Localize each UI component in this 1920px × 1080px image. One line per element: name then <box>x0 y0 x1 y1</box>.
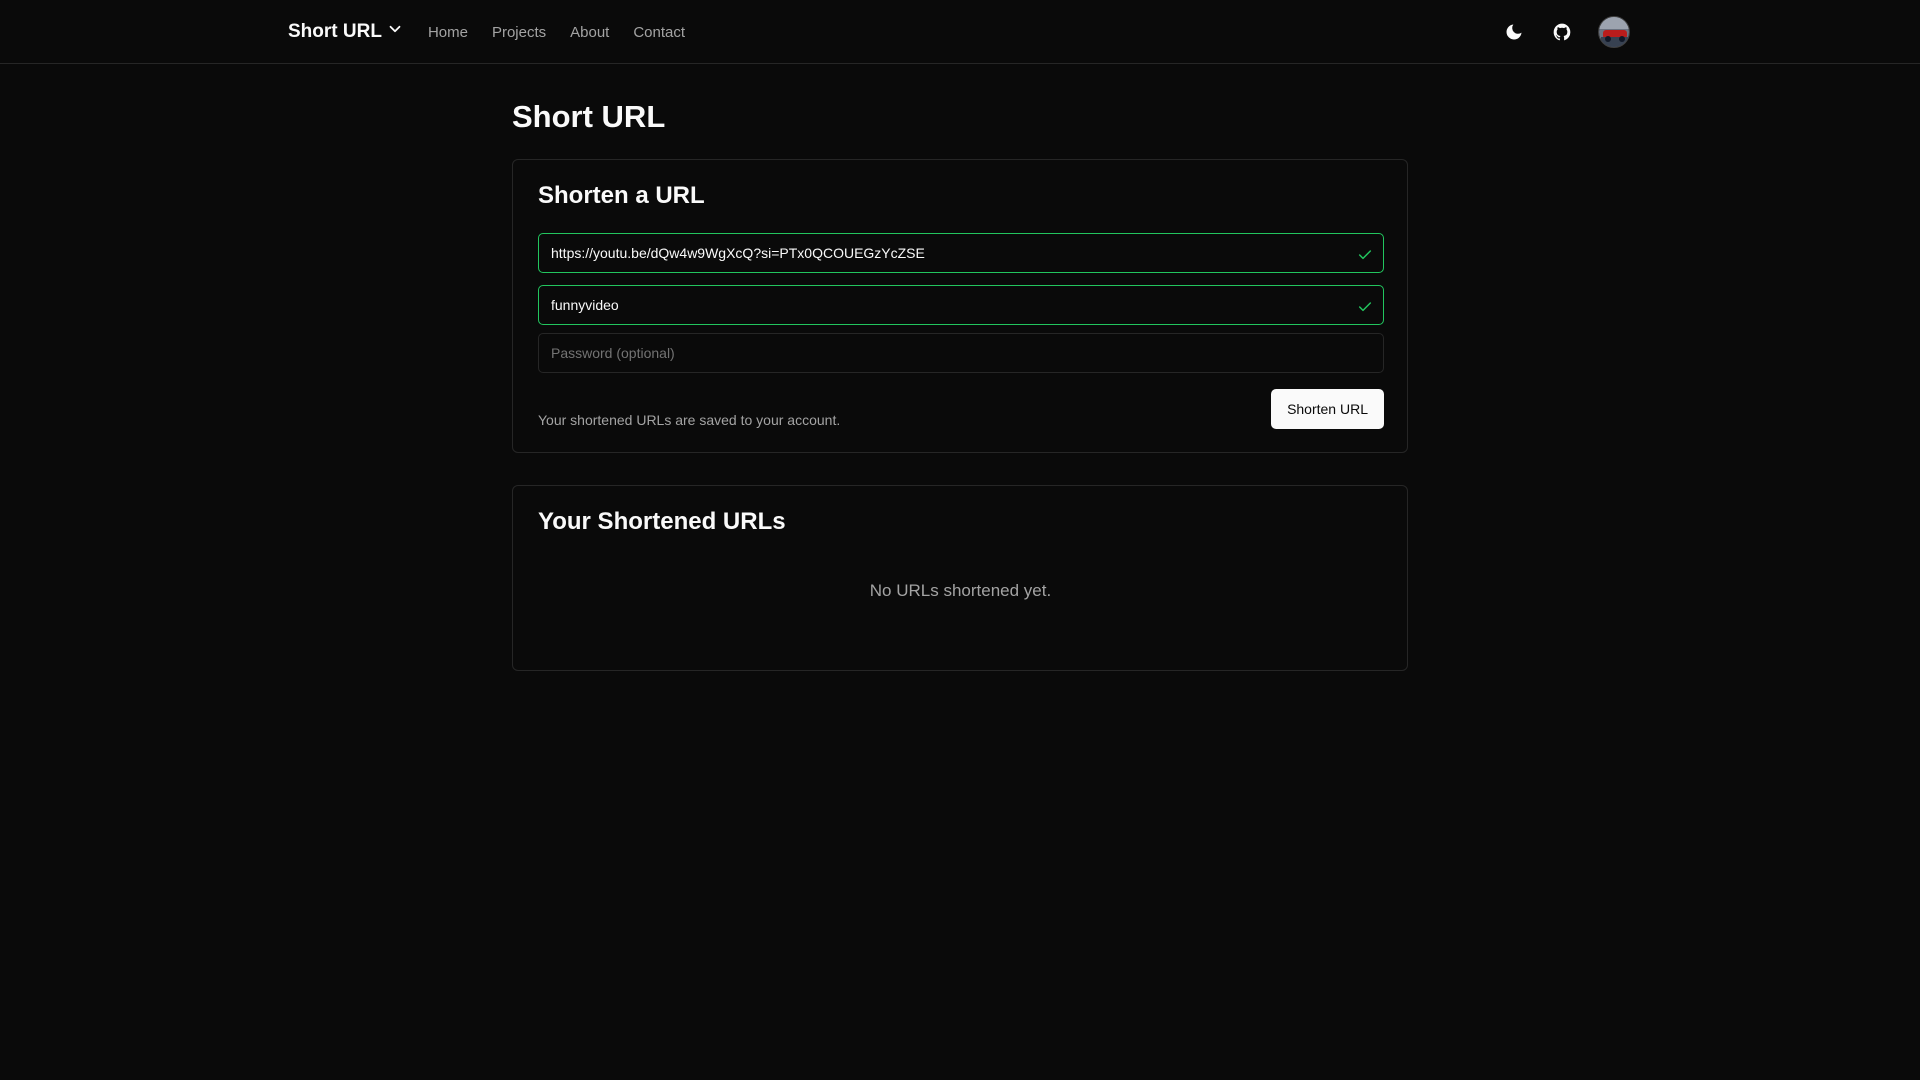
brand-menu[interactable]: Short URL <box>288 20 404 44</box>
shortened-urls-title: Your Shortened URLs <box>538 508 786 536</box>
password-input-placeholder: Password (optional) <box>551 344 675 361</box>
github-icon[interactable] <box>1550 20 1574 44</box>
page-title: Short URL <box>512 99 666 134</box>
alias-input-value: funnyvideo <box>551 296 619 313</box>
nav-link-about[interactable]: About <box>570 24 609 41</box>
chevron-down-icon <box>386 20 404 44</box>
url-input[interactable]: https://youtu.be/dQw4w9WgXcQ?si=PTx0QCOU… <box>538 232 1384 273</box>
shortened-urls-card: Your Shortened URLs No URLs shortened ye… <box>512 485 1408 672</box>
nav-link-projects[interactable]: Projects <box>492 24 546 41</box>
shorten-url-button[interactable]: Shorten URL <box>1271 388 1384 429</box>
empty-state-message: No URLs shortened yet. <box>869 580 1052 600</box>
password-input[interactable]: Password (optional) <box>538 332 1384 373</box>
nav-actions <box>1502 16 1630 48</box>
check-icon <box>1357 247 1373 263</box>
moon-icon[interactable] <box>1502 20 1526 44</box>
form-footer: Your shortened URLs are saved to your ac… <box>538 388 1384 429</box>
shorten-form-card: Shorten a URL https://youtu.be/dQw4w9WgX… <box>512 159 1408 454</box>
shorten-form-title: Shorten a URL <box>538 182 705 210</box>
nav-link-home[interactable]: Home <box>428 24 468 41</box>
form-hint: Your shortened URLs are saved to your ac… <box>538 411 841 428</box>
main-content: Short URL Shorten a URL https://youtu.be… <box>512 64 1408 672</box>
check-icon <box>1357 299 1373 315</box>
nav-link-contact[interactable]: Contact <box>633 24 685 41</box>
navbar-inner: Short URL Home Projects About Contact <box>288 0 1630 64</box>
nav-links: Home Projects About Contact <box>428 24 685 41</box>
navbar: Short URL Home Projects About Contact <box>0 0 1920 64</box>
avatar[interactable] <box>1598 16 1630 48</box>
brand-label: Short URL <box>288 21 382 42</box>
url-input-value: https://youtu.be/dQw4w9WgXcQ?si=PTx0QCOU… <box>551 244 925 261</box>
alias-input[interactable]: funnyvideo <box>538 284 1384 325</box>
